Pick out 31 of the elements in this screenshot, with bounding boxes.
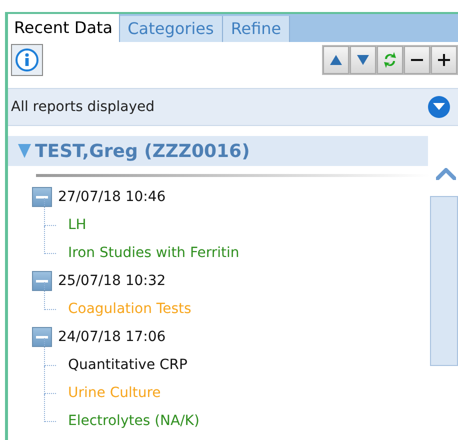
collapse-toggle[interactable] <box>32 327 52 347</box>
filter-status: All reports displayed <box>11 98 155 116</box>
report-date[interactable]: 25/07/18 10:32 <box>58 270 166 292</box>
report-item[interactable]: LH <box>68 214 86 236</box>
tab[interactable]: Recent Data <box>8 14 120 42</box>
expand-button[interactable] <box>431 46 457 74</box>
collapse-toggle[interactable] <box>32 187 52 207</box>
minus-icon <box>411 59 423 61</box>
scroll-up-icon[interactable] <box>436 168 456 180</box>
dropdown-button[interactable] <box>428 96 450 118</box>
tab[interactable]: Categories <box>120 16 223 42</box>
chevron-down-icon <box>433 103 445 111</box>
triangle-up-icon <box>330 55 342 65</box>
report-item[interactable]: Electrolytes (NA/K) <box>68 410 200 432</box>
report-date[interactable]: 24/07/18 17:06 <box>58 326 166 348</box>
report-item[interactable]: Quantitative CRP <box>68 354 188 376</box>
report-item[interactable]: Iron Studies with Ferritin <box>68 242 240 264</box>
triangle-down-icon <box>357 55 369 65</box>
info-icon <box>15 48 39 72</box>
move-down-button[interactable] <box>350 46 376 74</box>
info-button[interactable] <box>11 44 43 76</box>
plus-icon <box>438 54 450 66</box>
move-up-button[interactable] <box>323 46 349 74</box>
report-date[interactable]: 27/07/18 10:46 <box>58 186 166 208</box>
tab[interactable]: Refine <box>222 16 290 42</box>
scrollbar-thumb[interactable] <box>430 196 458 366</box>
patient-header[interactable]: TEST,Greg (ZZZ0016) <box>8 136 428 166</box>
collapse-button[interactable] <box>404 46 430 74</box>
refresh-icon <box>383 51 397 69</box>
collapse-toggle[interactable] <box>32 271 52 291</box>
triangle-down-icon <box>18 144 31 158</box>
